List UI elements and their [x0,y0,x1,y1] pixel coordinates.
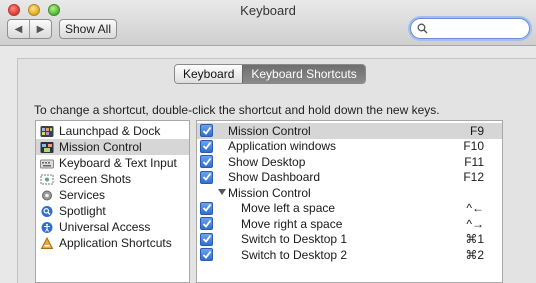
shortcut-checkbox[interactable] [200,139,213,153]
disclosure-triangle-icon[interactable] [218,189,226,195]
checkmark-icon [202,203,211,212]
universal-access-icon [40,221,54,234]
shortcut-list[interactable]: Mission Control F9 Application windows F10 S… [196,120,503,283]
shortcut-checkbox[interactable] [200,170,213,184]
screenshot-icon [40,173,54,186]
category-item[interactable]: Universal Access [36,219,189,235]
shortcut-checkbox[interactable] [200,217,213,230]
shortcut-keys[interactable]: ^→ [466,217,484,231]
mission-control-icon [40,141,54,154]
shortcut-checkbox[interactable] [200,201,213,215]
shortcut-row[interactable]: Switch to Desktop 2 ⌘2 [197,247,502,263]
category-label: Launchpad & Dock [59,124,161,138]
shortcut-name: Show Dashboard [228,170,321,185]
list-gutter [503,120,536,283]
checkmark-icon [202,219,211,228]
shortcut-name: Switch to Desktop 1 [241,232,348,247]
show-all-button[interactable]: Show All [59,19,117,39]
checkmark-icon [202,234,211,243]
tab-keyboard-shortcuts[interactable]: Keyboard Shortcuts [242,65,365,83]
shortcut-row[interactable]: Show Desktop F11 [197,154,502,170]
shortcut-row[interactable]: Move right a space ^→ [197,216,502,232]
shortcut-name: Switch to Desktop 2 [241,247,348,262]
window-title: Keyboard [240,3,296,18]
shortcut-row[interactable]: Mission Control F9 [197,123,502,139]
category-label: Application Shortcuts [59,236,172,250]
shortcut-name: Application windows [228,139,337,154]
category-item[interactable]: Keyboard & Text Input [36,155,189,171]
category-item[interactable]: Services [36,187,189,203]
shortcut-row[interactable]: Show Dashboard F12 [197,170,502,186]
shortcut-keys[interactable]: ⌘2 [465,248,484,262]
shortcut-keys[interactable]: ⌘1 [465,232,484,246]
instructions-text: To change a shortcut, double-click the s… [34,103,440,117]
checkmark-icon [202,157,211,166]
shortcut-keys[interactable]: F12 [463,170,484,184]
category-item[interactable]: Launchpad & Dock [36,123,189,139]
checkmark-icon [202,172,211,181]
category-label: Universal Access [59,220,151,234]
shortcut-row[interactable]: Application windows F10 [197,139,502,155]
toolbar: Keyboard ◀ ▶ Show All [0,0,536,46]
shortcut-checkbox[interactable] [200,248,213,261]
keyboard-icon [40,157,54,170]
launchpad-icon [40,125,54,138]
category-label: Spotlight [59,204,106,218]
category-list[interactable]: Launchpad & Dock Mission Control Keyboard … [35,120,190,283]
gear-icon [40,189,54,202]
category-label: Screen Shots [59,172,132,186]
spotlight-icon [40,205,54,218]
category-item[interactable]: Mission Control [36,139,189,155]
shortcut-name: Move right a space [241,216,343,231]
shortcut-row[interactable]: Switch to Desktop 1 ⌘1 [197,232,502,248]
category-item[interactable]: Application Shortcuts [36,235,189,251]
shortcut-keys[interactable]: F11 [464,155,484,169]
category-label: Mission Control [59,140,142,154]
back-forward-group: ◀ ▶ [7,19,52,39]
shortcut-checkbox[interactable] [200,232,213,246]
tab-bar: Keyboard Keyboard Shortcuts [174,64,366,84]
checkmark-icon [202,126,211,135]
search-icon [417,23,428,34]
tab-keyboard[interactable]: Keyboard [175,65,243,83]
shortcut-checkbox[interactable] [200,155,213,168]
shortcut-keys[interactable]: F9 [470,124,484,138]
category-label: Keyboard & Text Input [59,156,177,170]
shortcut-keys[interactable]: F10 [463,139,484,153]
keyboard-preferences-window: Keyboard ◀ ▶ Show All Keyboard Keyboard … [0,0,536,283]
shortcut-keys[interactable]: ^← [466,201,484,215]
back-button[interactable]: ◀ [8,20,29,38]
shortcut-name: Mission Control [228,185,311,200]
shortcut-row[interactable]: Mission Control [197,185,502,201]
shortcut-name: Show Desktop [228,154,306,169]
checkmark-icon [202,250,211,259]
category-label: Services [59,188,106,202]
checkmark-icon [202,141,211,150]
forward-button[interactable]: ▶ [29,20,51,38]
shortcut-name: Move left a space [241,201,336,216]
shortcut-row[interactable]: Move left a space ^← [197,201,502,217]
category-item[interactable]: Spotlight [36,203,189,219]
search-field[interactable] [410,18,530,39]
shortcut-name: Mission Control [228,123,311,138]
shortcut-checkbox[interactable] [200,124,213,137]
app-shortcuts-icon [40,236,54,250]
category-item[interactable]: Screen Shots [36,171,189,187]
